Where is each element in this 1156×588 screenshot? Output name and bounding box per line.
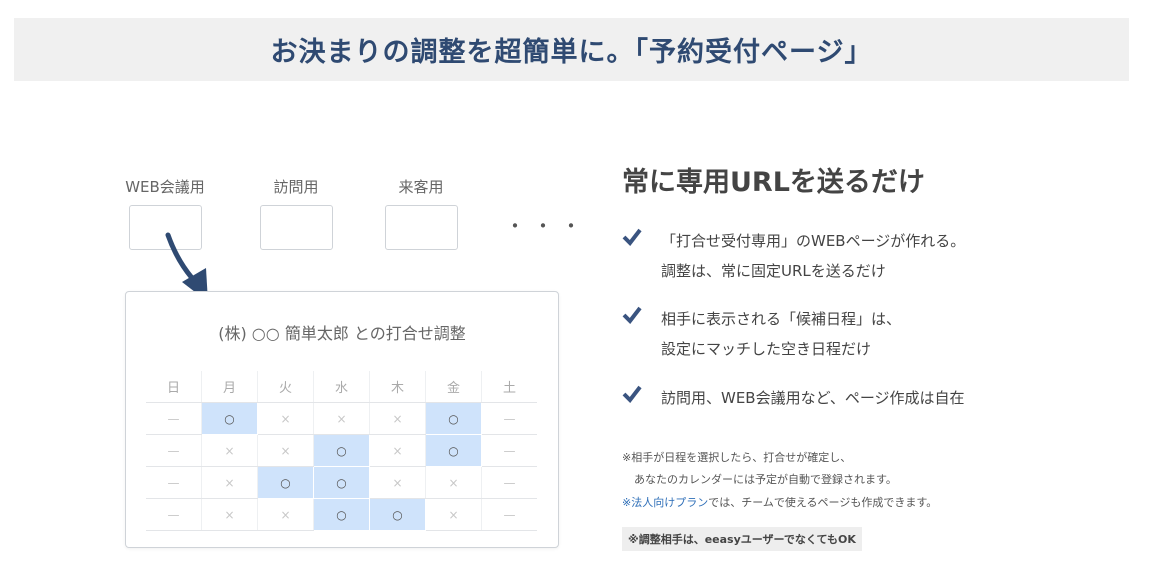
unavailable-slot: —: [481, 434, 537, 467]
unavailable-slot: —: [146, 402, 202, 435]
calendar-row: — × × ○ ○ × —: [146, 498, 537, 531]
unavailable-slot: ×: [201, 498, 258, 531]
unavailable-slot: —: [146, 434, 202, 467]
unavailable-slot: ×: [425, 498, 482, 531]
feature-line: 調整は、常に固定URLを送るだけ: [661, 262, 886, 280]
note-text: ※相手が日程を選択したら、打合せが確定し、 あなたのカレンダーには予定が自動で登…: [622, 447, 897, 491]
unavailable-slot: ×: [201, 434, 258, 467]
plan-prefix: ※: [622, 496, 632, 509]
enterprise-plan-link[interactable]: 法人向けプラン: [631, 496, 708, 509]
page-type-label: WEB会議用: [125, 178, 205, 196]
available-slot[interactable]: ○: [201, 402, 258, 435]
note-line: ※相手が日程を選択したら、打合せが確定し、: [622, 451, 852, 464]
unavailable-slot: ×: [257, 498, 314, 531]
weekday-header: 月: [201, 371, 258, 403]
feature-text: 訪問用、WEB会議用など、ページ作成は自在: [661, 383, 965, 413]
feature-line: 設定にマッチした空き日程だけ: [661, 340, 872, 358]
page-type-box[interactable]: [384, 205, 458, 250]
calendar-row: — × × ○ × ○ —: [146, 434, 537, 467]
checkmark-icon: [622, 306, 642, 324]
available-slot[interactable]: ○: [369, 498, 426, 531]
calendar-row: — × ○ ○ × × —: [146, 466, 537, 499]
plan-suffix: では、チームで使えるページも作成できます。: [708, 496, 938, 509]
unavailable-slot: ×: [257, 434, 314, 467]
page-type-label: 来客用: [398, 178, 444, 196]
feature-text: 相手に表示される「候補日程」は、 設定にマッチした空き日程だけ: [661, 304, 901, 364]
weekday-header: 日: [146, 371, 202, 403]
unavailable-slot: ×: [313, 402, 370, 435]
unavailable-slot: ×: [257, 402, 314, 435]
available-slot[interactable]: ○: [313, 434, 370, 467]
unavailable-slot: ×: [201, 466, 258, 499]
unavailable-slot: ×: [369, 434, 426, 467]
feature-text: 「打合せ受付専用」のWEBページが作れる。 調整は、常に固定URLを送るだけ: [661, 226, 965, 286]
feature-item: 「打合せ受付専用」のWEBページが作れる。 調整は、常に固定URLを送るだけ: [622, 226, 1062, 286]
weekday-header: 木: [369, 371, 426, 403]
available-slot[interactable]: ○: [313, 466, 370, 499]
available-slot[interactable]: ○: [313, 498, 370, 531]
unavailable-slot: ×: [369, 466, 426, 499]
checkmark-icon: [622, 385, 642, 403]
page-type-visit[interactable]: 訪問用: [251, 176, 341, 250]
unavailable-slot: —: [146, 466, 202, 499]
feature-item: 訪問用、WEB会議用など、ページ作成は自在: [622, 383, 1062, 413]
feature-item: 相手に表示される「候補日程」は、 設定にマッチした空き日程だけ: [622, 304, 1062, 364]
card-title: (株) ○○ 簡単太郎 との打合せ調整: [218, 324, 466, 343]
page-type-guest[interactable]: 来客用: [376, 176, 466, 250]
available-slot[interactable]: ○: [257, 466, 314, 499]
banner-title: お決まりの調整を超簡単に。「予約受付ページ」: [270, 37, 873, 68]
weekday-header: 土: [481, 371, 537, 403]
calendar-row: — ○ × × × ○ —: [146, 402, 537, 435]
unavailable-slot: ×: [425, 466, 482, 499]
weekday-header: 火: [257, 371, 314, 403]
page-type-box[interactable]: [259, 205, 333, 250]
available-slot[interactable]: ○: [425, 434, 482, 467]
note-line: あなたのカレンダーには予定が自動で登録されます。: [634, 473, 897, 486]
unavailable-slot: —: [481, 466, 537, 499]
more-indicator: ・・・: [505, 214, 589, 238]
unavailable-slot: —: [481, 498, 537, 531]
unavailable-slot: —: [481, 402, 537, 435]
hero-banner: お決まりの調整を超簡単に。「予約受付ページ」: [14, 18, 1129, 81]
unavailable-slot: ×: [369, 402, 426, 435]
scheduling-card: (株) ○○ 簡単太郎 との打合せ調整 日月火水木金土 — ○ × × × ○ — — × × ○ ×…: [125, 291, 559, 548]
headline: 常に専用URLを送るだけ: [622, 167, 925, 198]
compatibility-badge: ※調整相手は、eeasyユーザーでなくてもOK: [622, 527, 862, 551]
feature-line: 相手に表示される「候補日程」は、: [661, 310, 902, 328]
available-slot[interactable]: ○: [425, 402, 482, 435]
plan-note: ※法人向けプランでは、チームで使えるページも作成できます。: [622, 492, 937, 514]
availability-calendar: 日月火水木金土 — ○ × × × ○ — — × × ○ × ○ — — × ○ ○ × × — — × × ○ ○ × —: [146, 371, 537, 531]
weekday-header: 金: [425, 371, 482, 403]
checkmark-icon: [622, 228, 642, 246]
unavailable-slot: —: [146, 498, 202, 531]
feature-line: 訪問用、WEB会議用など、ページ作成は自在: [661, 389, 965, 407]
weekday-header: 水: [313, 371, 370, 403]
page-type-label: 訪問用: [273, 178, 319, 196]
feature-line: 「打合せ受付専用」のWEBページが作れる。: [661, 232, 966, 250]
